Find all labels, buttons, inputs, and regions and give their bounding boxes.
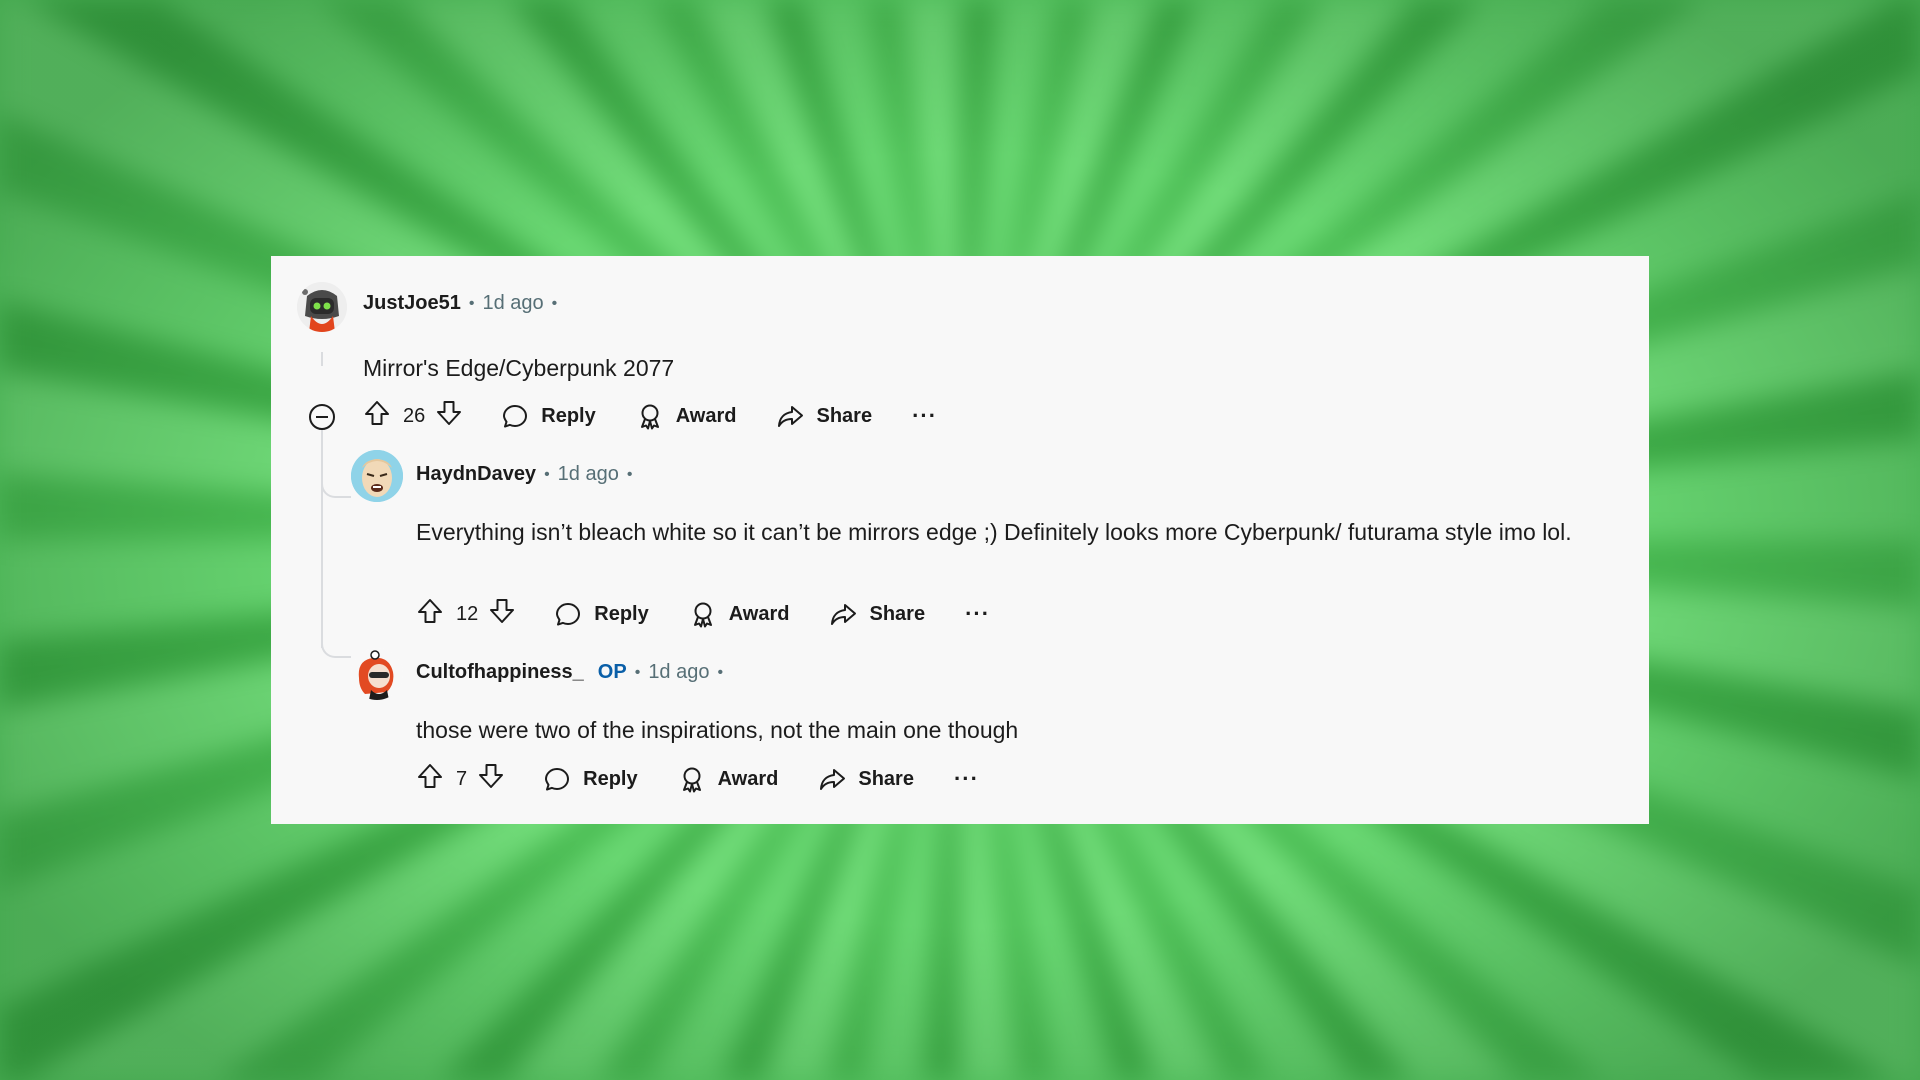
upvote-arrow-icon bbox=[418, 764, 442, 788]
share-arrow-icon bbox=[778, 406, 804, 427]
downvote-arrow-icon bbox=[479, 764, 504, 788]
comment-thread-card: JustJoe51 • 1d ago • Mirror's Edge/Cyber… bbox=[271, 256, 1649, 824]
collapse-minus-icon bbox=[309, 404, 335, 430]
comment-body: Mirror's Edge/Cyberpunk 2077 bbox=[363, 355, 675, 381]
op-badge: OP bbox=[597, 661, 627, 683]
award-button[interactable]: Award bbox=[636, 402, 737, 430]
award-ribbon-icon bbox=[682, 767, 701, 793]
timestamp[interactable]: 1d ago bbox=[648, 661, 709, 684]
reply-button[interactable]: Reply bbox=[501, 402, 596, 430]
timestamp[interactable]: 1d ago bbox=[482, 292, 543, 315]
award-ribbon-icon bbox=[640, 404, 659, 430]
upvote-arrow-icon bbox=[418, 599, 442, 623]
comment-actions: 12 Reply Award Share ··· bbox=[416, 596, 990, 632]
thread-line-main bbox=[321, 352, 323, 366]
share-label: Share bbox=[816, 404, 873, 427]
ellipsis-icon: ··· bbox=[912, 403, 938, 428]
award-ribbon-icon bbox=[693, 602, 712, 628]
upvote-button[interactable] bbox=[363, 399, 391, 433]
award-label: Award bbox=[675, 404, 737, 427]
reply-button[interactable]: Reply bbox=[554, 600, 649, 628]
separator-dot: • bbox=[626, 465, 633, 483]
comment-body: Everything isn’t bleach white so it can’… bbox=[416, 519, 1572, 545]
robot-avatar-icon bbox=[297, 282, 347, 332]
red-hair-character-avatar-icon bbox=[351, 648, 403, 700]
share-button[interactable]: Share bbox=[829, 600, 925, 628]
ellipsis-icon: ··· bbox=[965, 601, 991, 626]
separator-dot: • bbox=[544, 465, 550, 483]
share-label: Share bbox=[869, 602, 926, 625]
comment-actions: 7 Reply Award Share ··· bbox=[416, 761, 979, 797]
thread-curve-reply-1 bbox=[321, 476, 351, 498]
upvote-button[interactable] bbox=[416, 597, 444, 631]
comment-meta: Cultofhappiness_ OP • 1d ago • bbox=[416, 661, 731, 684]
downvote-button[interactable] bbox=[488, 597, 516, 631]
share-arrow-icon bbox=[820, 769, 846, 790]
more-options-button[interactable]: ··· bbox=[965, 601, 990, 627]
reply-button[interactable]: Reply bbox=[543, 765, 638, 793]
reply-label: Reply bbox=[594, 602, 649, 625]
downvote-arrow-icon bbox=[437, 401, 462, 425]
separator-dot: • bbox=[468, 294, 475, 312]
username[interactable]: JustJoe51 bbox=[363, 292, 461, 315]
username[interactable]: Cultofhappiness_ bbox=[416, 661, 584, 684]
award-button[interactable]: Award bbox=[689, 600, 790, 628]
reply-label: Reply bbox=[541, 404, 596, 427]
downvote-arrow-icon bbox=[490, 599, 515, 623]
share-label: Share bbox=[858, 767, 914, 790]
vote-group: 7 bbox=[416, 762, 505, 796]
comment-body: those were two of the inspirations, not … bbox=[416, 717, 1019, 743]
share-button[interactable]: Share bbox=[776, 402, 872, 430]
award-label: Award bbox=[728, 602, 790, 625]
vote-count: 26 bbox=[403, 404, 426, 427]
separator-dot: • bbox=[634, 663, 641, 681]
avatar[interactable] bbox=[351, 450, 403, 502]
avatar[interactable] bbox=[297, 282, 347, 332]
more-options-button[interactable]: ··· bbox=[954, 766, 979, 792]
speech-bubble-icon bbox=[545, 768, 570, 791]
upvote-arrow-icon bbox=[365, 401, 389, 425]
speech-bubble-icon bbox=[503, 405, 528, 428]
award-label: Award bbox=[717, 767, 779, 790]
upvote-button[interactable] bbox=[416, 762, 444, 796]
thread-line-branch bbox=[321, 498, 323, 648]
avatar[interactable] bbox=[351, 648, 403, 700]
bald-man-avatar-icon bbox=[351, 450, 403, 502]
vote-count: 7 bbox=[456, 767, 468, 790]
share-button[interactable]: Share bbox=[818, 765, 914, 793]
reply-label: Reply bbox=[583, 767, 638, 790]
more-options-button[interactable]: ··· bbox=[912, 403, 937, 429]
award-button[interactable]: Award bbox=[678, 765, 779, 793]
downvote-button[interactable] bbox=[477, 762, 505, 796]
comment-actions: 26 Reply Award Share ··· bbox=[363, 398, 937, 434]
comment-meta: HaydnDavey • 1d ago • bbox=[416, 463, 640, 486]
vote-group: 12 bbox=[416, 597, 516, 631]
timestamp[interactable]: 1d ago bbox=[558, 463, 619, 486]
comment-meta: JustJoe51 • 1d ago • bbox=[363, 292, 565, 315]
thread-curve-reply-2 bbox=[321, 636, 351, 658]
separator-dot: • bbox=[551, 294, 558, 312]
collapse-thread-button[interactable] bbox=[307, 402, 337, 432]
speech-bubble-icon bbox=[556, 603, 581, 626]
downvote-button[interactable] bbox=[435, 399, 463, 433]
vote-count: 12 bbox=[456, 602, 479, 625]
ellipsis-icon: ··· bbox=[953, 766, 979, 791]
username[interactable]: HaydnDavey bbox=[416, 463, 536, 486]
share-arrow-icon bbox=[831, 604, 857, 625]
vote-group: 26 bbox=[363, 399, 463, 433]
separator-dot: • bbox=[717, 663, 724, 681]
